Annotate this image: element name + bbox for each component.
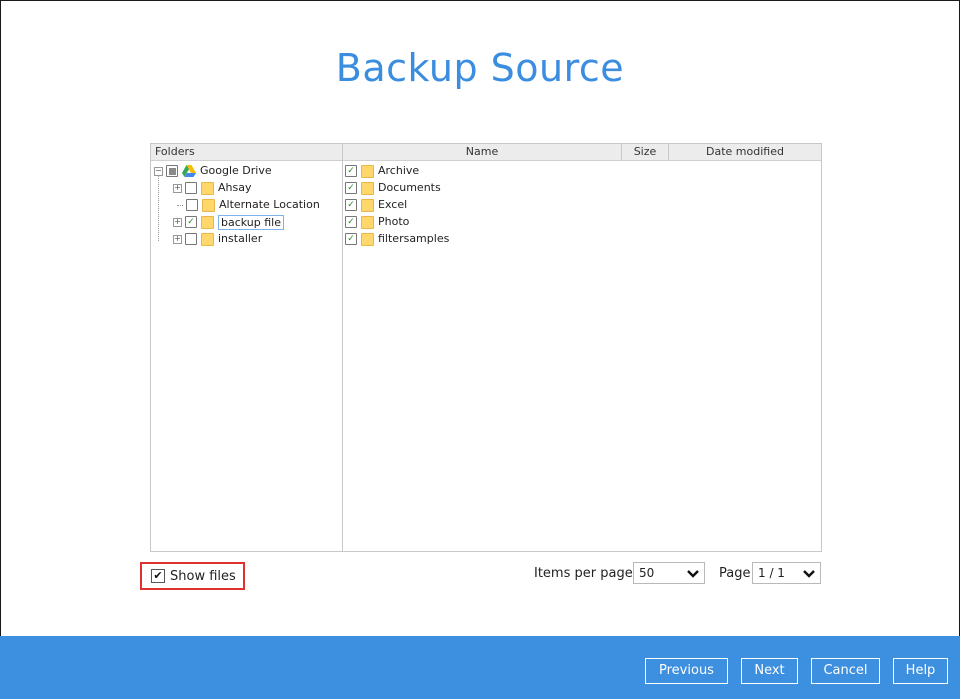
folder-icon [201,181,214,195]
column-header-date-modified[interactable]: Date modified [669,144,821,160]
collapse-icon[interactable]: − [154,166,163,176]
previous-button[interactable]: Previous [645,658,728,684]
installer-checkbox[interactable] [185,233,197,245]
chevron-down-icon [803,564,815,589]
tree-item-label: Alternate Location [219,198,320,211]
alternate-location-checkbox[interactable] [186,199,198,211]
file-list-panel: Name Size Date modified ✓ Archive ✓ Docu… [343,143,822,552]
file-list-header: Name Size Date modified [343,144,821,161]
list-item[interactable]: ✓ Documents [345,180,441,196]
items-per-page-select[interactable]: 50 [633,562,705,584]
row-checkbox[interactable]: ✓ [345,182,357,194]
row-checkbox[interactable]: ✓ [345,199,357,211]
folder-icon [361,232,374,246]
page-select[interactable]: 1 / 1 [752,562,821,584]
items-per-page-label: Items per page [534,566,633,581]
row-checkbox[interactable]: ✓ [345,233,357,245]
tree-item-google-drive[interactable]: − Google Drive [154,163,272,179]
row-checkbox[interactable]: ✓ [345,216,357,228]
show-files-toggle[interactable]: ✔ Show files [140,562,245,590]
list-item-name: filtersamples [378,232,450,245]
folder-tree-panel: Folders − Google Drive + Ahsay Alternate… [150,143,343,552]
google-drive-checkbox[interactable] [166,165,178,177]
folders-header: Folders [151,144,342,161]
tree-item-alternate-location[interactable]: Alternate Location [177,197,320,213]
list-item[interactable]: ✓ Archive [345,163,419,179]
tree-connector [158,171,159,241]
list-item-name: Documents [378,181,441,194]
items-per-page-value: 50 [639,566,655,580]
tree-item-label: backup file [218,214,285,230]
list-item[interactable]: ✓ Photo [345,214,409,230]
page-title: Backup Source [335,46,625,90]
tree-item-label: Google Drive [200,164,272,177]
folder-icon [361,164,374,178]
column-header-name[interactable]: Name [343,144,622,160]
folder-icon [201,215,214,229]
folder-icon [361,215,374,229]
list-item[interactable]: ✓ Excel [345,197,407,213]
list-item-name: Excel [378,198,408,211]
page-value: 1 / 1 [758,566,785,580]
expand-icon[interactable]: + [173,234,182,244]
list-item[interactable]: ✓ filtersamples [345,231,449,247]
tree-connector [177,204,183,206]
chevron-down-icon [687,564,699,589]
tree-item-label: Ahsay [218,181,252,194]
tree-item-backup-file[interactable]: + ✓ backup file [173,214,285,230]
folder-icon [201,232,214,246]
row-checkbox[interactable]: ✓ [345,165,357,177]
show-files-checkbox[interactable]: ✔ [151,569,165,583]
google-drive-icon [182,165,196,177]
list-item-name: Archive [378,164,420,177]
ahsay-checkbox[interactable] [185,182,197,194]
expand-icon[interactable]: + [173,183,182,193]
tree-item-label: installer [218,232,263,245]
cancel-button[interactable]: Cancel [811,658,880,684]
folder-icon [202,198,215,212]
list-item-name: Photo [378,215,410,228]
show-files-label: Show files [170,568,236,584]
column-header-size[interactable]: Size [622,144,669,160]
page-label: Page [719,566,751,581]
tree-item-installer[interactable]: + installer [173,231,262,247]
folder-icon [361,181,374,195]
expand-icon[interactable]: + [173,217,182,227]
help-button[interactable]: Help [893,658,948,684]
next-button[interactable]: Next [741,658,798,684]
folder-icon [361,198,374,212]
backup-file-checkbox[interactable]: ✓ [185,216,197,228]
tree-item-ahsay[interactable]: + Ahsay [173,180,251,196]
